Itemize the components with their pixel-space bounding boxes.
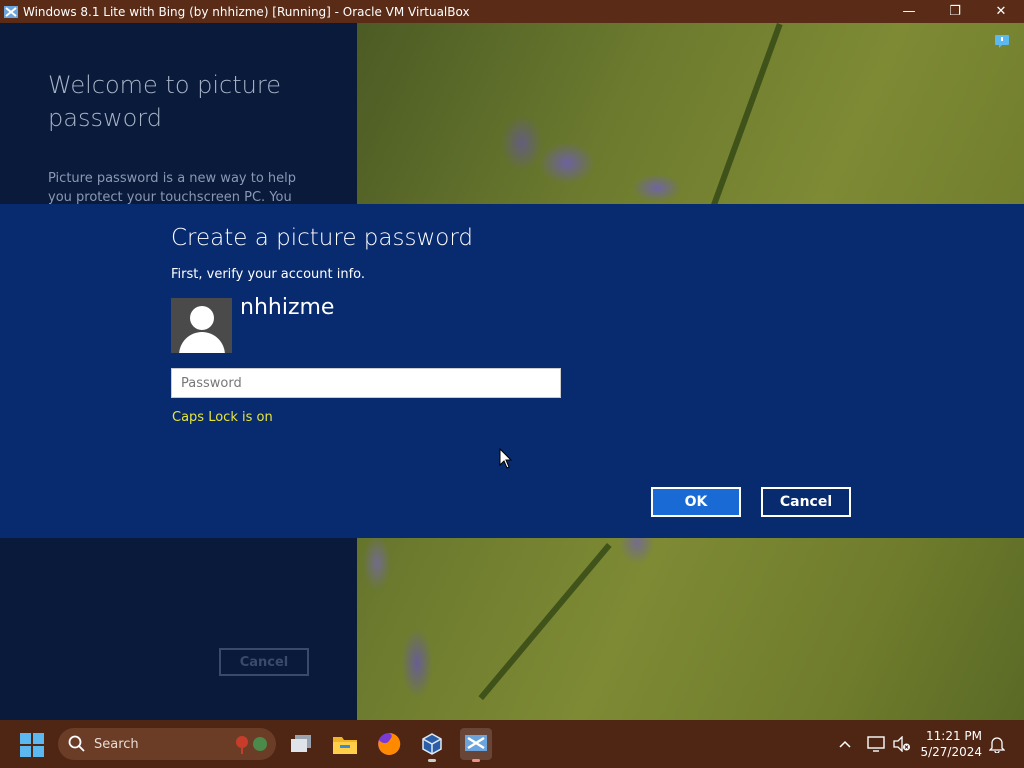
clock-time: 11:21 PM [926,729,982,743]
mouse-cursor-icon [499,448,513,469]
firefox-icon [378,732,401,755]
cancel-button[interactable]: Cancel [761,487,851,517]
minimize-button[interactable]: — [886,0,932,23]
caps-lock-warning: Caps Lock is on [172,410,273,425]
restore-button[interactable]: ❐ [932,0,978,23]
clock-date: 5/27/2024 [920,745,982,759]
host-title-bar: Windows 8.1 Lite with Bing (by nhhizme) … [0,0,1024,23]
create-picture-password-dialog: Create a picture password First, verify … [0,204,1024,538]
user-avatar [171,298,232,353]
virtualbox-vm-window-button[interactable] [460,728,492,762]
username: nhhizme [240,295,335,320]
virtualbox-manager-button[interactable] [416,728,448,762]
firefox-button[interactable] [373,728,405,760]
virtualbox-vm-icon [465,735,487,751]
message-notification-icon[interactable] [994,33,1010,49]
monitor-icon [867,736,885,752]
volume-tray-button[interactable] [892,720,912,768]
taskbar-clock[interactable]: 11:21 PM 5/27/2024 [920,728,982,760]
close-button[interactable]: ✕ [978,0,1024,23]
taskbar: Search 11:21 PM 5/27/2024 [0,720,1024,768]
search-highlight-icon [236,736,267,754]
window-title: Windows 8.1 Lite with Bing (by nhhizme) … [23,4,470,19]
display-tray-button[interactable] [866,720,886,768]
task-view-button[interactable] [285,728,317,760]
welcome-description: Picture password is a new way to help yo… [48,171,297,205]
ok-button[interactable]: OK [651,487,741,517]
search-icon [68,735,85,752]
bell-icon [989,737,1005,753]
task-view-icon [291,735,311,752]
virtualbox-cube-icon [422,733,442,755]
chevron-up-icon [839,740,851,748]
show-hidden-icons-button[interactable] [836,720,854,768]
welcome-title: Welcome to picture password [48,71,281,132]
dialog-subtitle: First, verify your account info. [171,267,366,282]
background-cancel-button: Cancel [219,648,309,676]
notifications-button[interactable] [986,720,1008,768]
file-explorer-button[interactable] [329,728,361,760]
password-input[interactable] [171,368,561,398]
start-button[interactable] [20,733,44,757]
search-label: Search [94,736,139,752]
guest-screen: Welcome to picture password Picture pass… [0,23,1024,720]
folder-icon [333,737,357,754]
volume-muted-icon [893,736,910,752]
virtualbox-app-icon [4,5,18,18]
dialog-title: Create a picture password [171,225,473,251]
taskbar-search[interactable]: Search [58,728,276,760]
